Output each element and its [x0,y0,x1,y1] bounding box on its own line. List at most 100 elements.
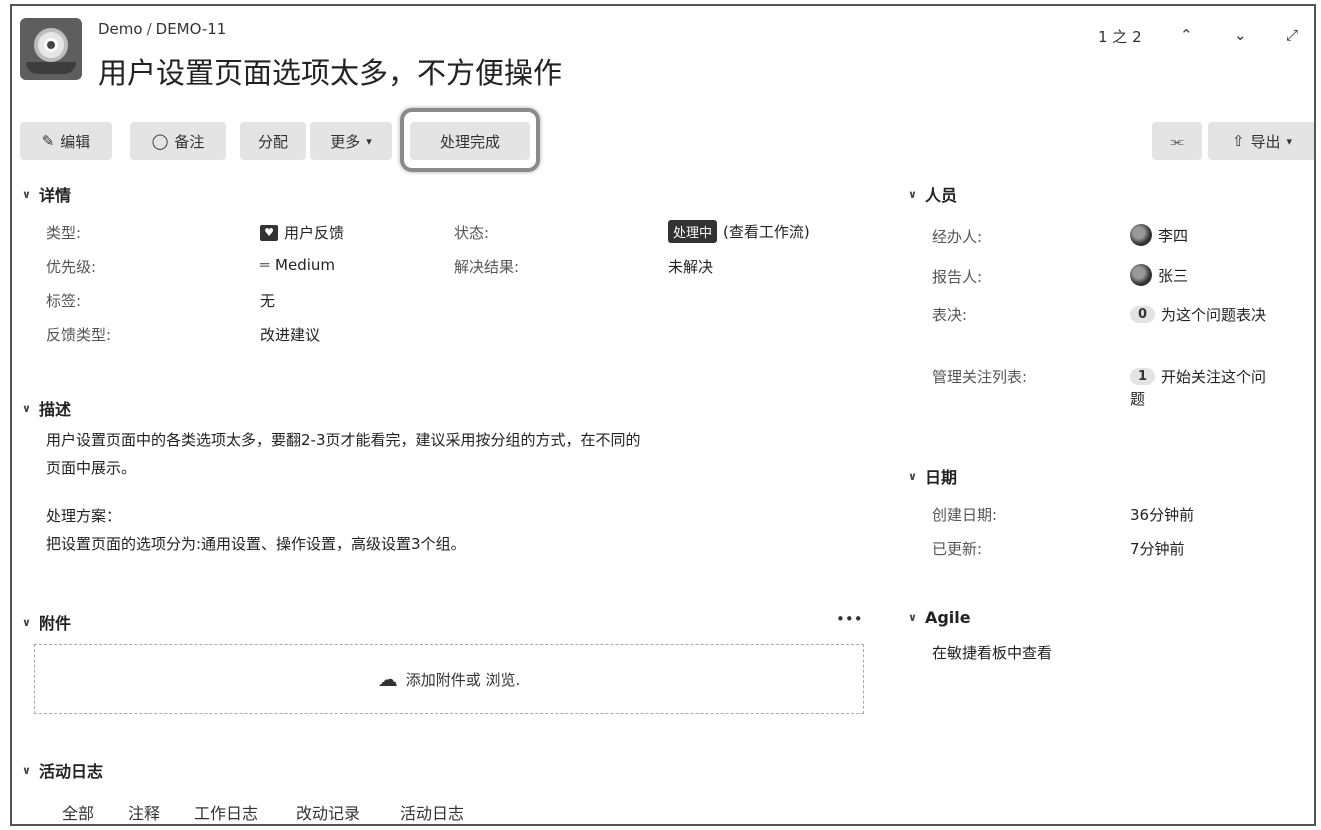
chevron-down-icon: ∨ [908,611,917,624]
description-line: 用户设置页面中的各类选项太多，要翻2-3页才能看完，建议采用按分组的方式，在不同… [46,431,641,449]
previous-issue-icon[interactable]: ⌃ [1180,26,1193,44]
agile-board-link[interactable]: 在敏捷看板中查看 [932,642,1052,663]
assign-button[interactable]: 分配 [240,122,306,160]
attachments-section-toggle[interactable]: ∨ 附件 [22,610,71,634]
resolution-value: 未解决 [668,258,714,276]
edit-button[interactable]: ✎ 编辑 [20,122,112,160]
issue-view: Demo / DEMO-11 用户设置页面选项太多，不方便操作 1 之 2 ⌃ ⌄ … [10,4,1316,826]
activity-heading: 活动日志 [38,762,103,781]
tab-worklog[interactable]: 工作日志 [194,800,258,824]
avatar [1130,224,1152,246]
activity-section-toggle[interactable]: ∨ 活动日志 [22,758,103,782]
chevron-down-icon: ∨ [22,401,31,415]
feedback-type-value: 改进建议 [260,326,321,344]
breadcrumb-issue-key[interactable]: DEMO-11 [156,20,227,38]
pencil-icon: ✎ [41,132,55,150]
attachments-more-icon[interactable]: ••• [836,610,863,628]
breadcrumb: Demo / DEMO-11 [98,20,226,38]
priority-value: ═ Medium [260,256,335,274]
feedback-type-label: 反馈类型: [46,326,112,344]
details-heading: 详情 [38,186,71,205]
reporter-value[interactable]: 张三 [1130,264,1188,286]
chevron-down-icon: ∨ [908,469,917,483]
updated-value: 7分钟前 [1130,540,1185,558]
tab-history[interactable]: 改动记录 [296,800,360,824]
tab-all[interactable]: 全部 [62,800,94,824]
chevron-down-icon: ∨ [22,615,31,629]
watchers-link-wrap[interactable]: 题 [1130,388,1145,409]
issue-pager: 1 之 2 [1098,28,1142,46]
tab-comments[interactable]: 注释 [128,800,160,824]
resolve-button[interactable]: 处理完成 [410,122,530,160]
share-button[interactable]: ⫘ [1152,122,1202,160]
watchers-count-badge: 1 [1130,368,1156,385]
avatar [1130,264,1152,286]
chevron-down-icon: ▾ [366,134,372,148]
reporter-label: 报告人: [932,268,983,286]
share-icon: ⫘ [1170,132,1184,150]
description-line: 把设置页面的选项分为:通用设置、操作设置，高级设置3个组。 [46,535,466,553]
details-section-toggle[interactable]: ∨ 详情 [22,182,71,206]
agile-heading: Agile [924,608,971,627]
priority-value-text: Medium [275,256,336,274]
attachments-heading: 附件 [38,614,71,633]
priority-medium-icon: ═ [260,256,270,274]
resolve-button-label: 处理完成 [439,132,500,151]
upload-cloud-icon: ☁ [377,667,398,691]
labels-label: 标签: [46,292,82,310]
type-label: 类型: [46,224,82,242]
status-badge: 处理中 [668,220,718,243]
comment-icon: ◯ [151,132,169,150]
next-issue-icon[interactable]: ⌄ [1234,26,1247,44]
watchers-label: 管理关注列表: [932,368,1028,386]
edit-button-label: 编辑 [60,132,91,151]
export-button-label: 导出 [1250,132,1281,151]
votes-link: 为这个问题表决 [1161,306,1267,324]
type-value: ♥ 用户反馈 [260,222,344,243]
breadcrumb-project[interactable]: Demo [98,20,143,38]
description-section-toggle[interactable]: ∨ 描述 [22,396,71,420]
assignee-value[interactable]: 李四 [1130,224,1188,246]
votes-count-badge: 0 [1130,306,1156,323]
breadcrumb-separator: / [146,20,152,38]
more-button[interactable]: 更多 ▾ [310,122,392,160]
status-value: 处理中 (查看工作流) [668,220,810,243]
people-section-toggle[interactable]: ∨ 人员 [908,182,957,206]
project-avatar[interactable] [20,18,82,80]
description-body[interactable]: 用户设置页面中的各类选项太多，要翻2-3页才能看完，建议采用按分组的方式，在不同… [46,426,846,558]
status-label: 状态: [454,224,490,242]
agile-section-toggle[interactable]: ∨ Agile [908,608,971,627]
assignee-name: 李四 [1158,226,1189,245]
dropzone-text: 添加附件或 浏览. [405,670,521,689]
issue-title: 用户设置页面选项太多，不方便操作 [98,56,563,90]
priority-label: 优先级: [46,258,97,276]
description-line: 处理方案： [46,507,122,525]
export-icon: ⇧ [1231,132,1245,150]
reporter-name: 张三 [1158,266,1189,285]
watchers-value[interactable]: 1 开始关注这个问 [1130,366,1266,387]
more-button-label: 更多 [330,132,361,151]
watchers-link: 开始关注这个问 [1161,368,1267,386]
assign-button-label: 分配 [257,132,288,151]
feedback-icon: ♥ [260,224,278,241]
people-heading: 人员 [924,186,957,205]
resolution-label: 解决结果: [454,258,520,276]
updated-label: 已更新: [932,540,983,558]
dates-section-toggle[interactable]: ∨ 日期 [908,464,957,488]
labels-value: 无 [260,292,276,310]
comment-button-label: 备注 [174,132,205,151]
attachment-dropzone[interactable]: ☁ 添加附件或 浏览. [34,644,864,714]
votes-value[interactable]: 0 为这个问题表决 [1130,304,1266,325]
view-workflow-link[interactable]: (查看工作流) [723,221,810,242]
assignee-label: 经办人: [932,228,983,246]
chevron-down-icon: ∨ [22,763,31,777]
export-button[interactable]: ⇧ 导出 ▾ [1208,122,1314,160]
expand-icon[interactable]: ⤢ [1286,26,1298,44]
chevron-down-icon: ∨ [22,187,31,201]
comment-button[interactable]: ◯ 备注 [130,122,226,160]
created-value: 36分钟前 [1130,506,1195,524]
description-heading: 描述 [38,400,71,419]
chevron-down-icon: ▾ [1286,134,1293,148]
description-line: 页面中展示。 [46,459,137,477]
tab-activity[interactable]: 活动日志 [400,800,464,824]
